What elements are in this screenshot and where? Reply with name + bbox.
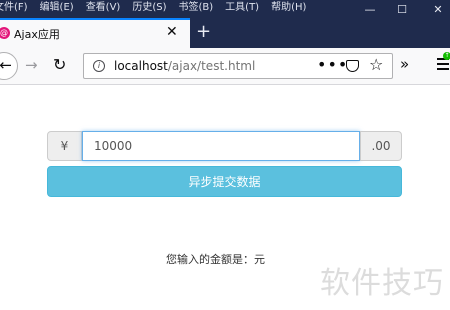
watermark-logo: 软件技巧 — [320, 266, 444, 301]
bookmark-star-icon[interactable]: ☆ — [369, 55, 383, 74]
close-window-button[interactable]: ✕ — [420, 0, 450, 18]
url-host: localhost — [114, 59, 168, 73]
pocket-icon[interactable] — [346, 60, 359, 72]
amount-input-group: ¥ .00 — [47, 131, 402, 161]
tab-title: Ajax应用 — [14, 28, 60, 41]
currency-addon: ¥ — [47, 131, 82, 161]
menu-file[interactable]: 文件(F) — [0, 1, 28, 15]
title-bar: 文件(F) 编辑(E) 查看(V) 历史(S) 书签(B) 工具(T) 帮助(H… — [0, 0, 450, 18]
reload-button[interactable]: ↻ — [53, 55, 66, 74]
tab-strip: @ Ajax应用 ✕ + — [0, 18, 450, 48]
menu-bar: 文件(F) 编辑(E) 查看(V) 历史(S) 书签(B) 工具(T) 帮助(H… — [0, 1, 306, 15]
url-path: /ajax/test.html — [167, 59, 256, 73]
update-badge-icon: ↑ — [443, 52, 450, 60]
address-bar[interactable]: i localhost/ajax/test.html ••• ☆ — [83, 53, 393, 79]
back-button[interactable]: ← — [0, 52, 18, 80]
navigation-toolbar: ← → ↻ i localhost/ajax/test.html ••• ☆ »… — [0, 48, 450, 85]
overflow-menu-icon[interactable]: » — [400, 55, 409, 73]
maximize-button[interactable]: ☐ — [384, 0, 420, 18]
amount-input[interactable] — [82, 131, 360, 161]
tab-close-icon[interactable]: ✕ — [166, 24, 178, 40]
menu-view[interactable]: 查看(V) — [86, 1, 121, 15]
async-submit-button[interactable]: 异步提交数据 — [47, 166, 402, 197]
page-actions-icon[interactable]: ••• — [317, 55, 348, 74]
result-text: 您输入的金额是：元 — [166, 253, 265, 266]
menu-bookmarks[interactable]: 书签(B) — [179, 1, 214, 15]
new-tab-button[interactable]: + — [196, 21, 211, 42]
menu-help[interactable]: 帮助(H) — [271, 1, 306, 15]
menu-tools[interactable]: 工具(T) — [225, 1, 259, 15]
menu-edit[interactable]: 编辑(E) — [40, 1, 74, 15]
menu-history[interactable]: 历史(S) — [132, 1, 166, 15]
url-text[interactable]: localhost/ajax/test.html — [114, 59, 255, 73]
minimize-button[interactable]: — — [352, 0, 388, 18]
forward-button[interactable]: → — [25, 56, 38, 74]
tab-ajax[interactable]: @ Ajax应用 ✕ — [0, 18, 190, 48]
site-info-icon[interactable]: i — [93, 60, 105, 72]
favicon-icon: @ — [0, 27, 10, 39]
decimal-addon: .00 — [360, 131, 402, 161]
